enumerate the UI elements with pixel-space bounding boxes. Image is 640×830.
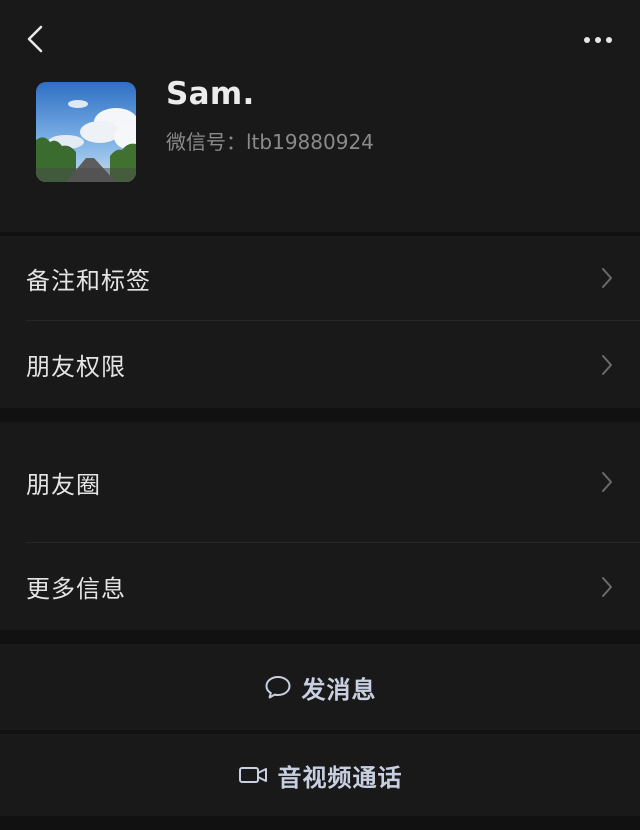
row-remarks-and-tags[interactable]: 备注和标签 (0, 236, 640, 320)
send-message-button[interactable]: 发消息 (0, 644, 640, 730)
avatar-image (36, 82, 136, 182)
row-label: 备注和标签 (26, 266, 151, 295)
av-call-content: 音视频通话 (238, 758, 403, 793)
row-more-info[interactable]: 更多信息 (0, 543, 640, 630)
row-moments[interactable]: 朋友圈 (0, 422, 640, 542)
chat-bubble-icon (264, 674, 292, 700)
send-message-content: 发消息 (264, 670, 377, 705)
avatar[interactable] (36, 82, 136, 182)
contact-profile-screen: Sam. 微信号：ltb19880924 备注和标签 朋友权限 朋友圈 更多信息… (0, 0, 640, 830)
chevron-left-icon (27, 25, 43, 53)
more-dots-icon (584, 37, 612, 43)
wechat-id-label: 微信号： (166, 130, 246, 154)
row-label: 更多信息 (26, 575, 126, 603)
chevron-right-icon (600, 470, 614, 494)
row-label: 朋友权限 (26, 353, 126, 381)
av-call-label: 音视频通话 (277, 763, 403, 792)
video-camera-icon (238, 764, 268, 786)
back-button[interactable] (18, 22, 52, 56)
row-label: 朋友圈 (26, 470, 101, 499)
av-call-button[interactable]: 音视频通话 (0, 734, 640, 816)
profile-name: Sam. (166, 76, 255, 112)
chevron-right-icon (600, 575, 614, 599)
wechat-id-value: ltb19880924 (246, 130, 374, 154)
chevron-right-icon (600, 353, 614, 377)
wechat-id: 微信号：ltb19880924 (166, 126, 374, 155)
send-message-label: 发消息 (301, 675, 377, 704)
profile-header: Sam. 微信号：ltb19880924 (0, 0, 640, 232)
row-friend-permissions[interactable]: 朋友权限 (0, 321, 640, 408)
menu-group-2: 朋友圈 更多信息 (0, 422, 640, 630)
menu-group-1: 备注和标签 朋友权限 (0, 236, 640, 408)
more-button[interactable] (578, 26, 618, 54)
chevron-right-icon (600, 266, 614, 290)
